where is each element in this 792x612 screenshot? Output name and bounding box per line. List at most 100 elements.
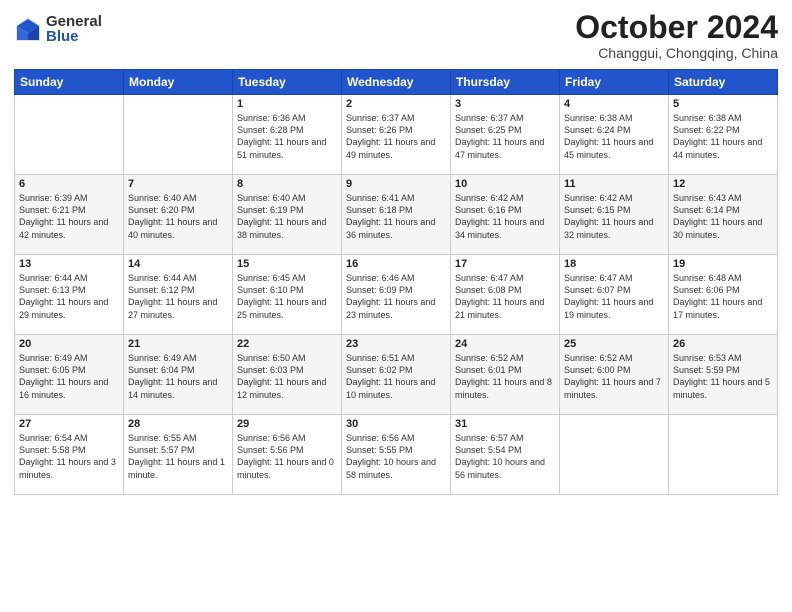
day-info: Sunrise: 6:44 AM Sunset: 6:12 PM Dayligh… [128,272,228,321]
day-number: 14 [128,258,228,270]
day-info: Sunrise: 6:43 AM Sunset: 6:14 PM Dayligh… [673,192,773,241]
day-number: 27 [19,418,119,430]
calendar-cell: 16Sunrise: 6:46 AM Sunset: 6:09 PM Dayli… [342,255,451,335]
logo-text: General Blue [46,14,102,44]
calendar-week-2: 6 Sunrise: 6:39 AM Sunset: 6:21 PM Daylig… [15,175,778,255]
day-info: Sunrise: 6:40 AM Sunset: 6:20 PM Dayligh… [128,192,228,241]
calendar-cell: 2Sunrise: 6:37 AM Sunset: 6:26 PM Daylig… [342,95,451,175]
day-info: Sunrise: 6:53 AM Sunset: 5:59 PM Dayligh… [673,352,773,401]
day-info: Sunrise: 6:49 AM Sunset: 6:04 PM Dayligh… [128,352,228,401]
calendar-table: SundayMondayTuesdayWednesdayThursdayFrid… [14,69,778,495]
weekday-header-wednesday: Wednesday [342,70,451,95]
day-info: Sunrise: 6:49 AM Sunset: 6:05 PM Dayligh… [19,352,119,401]
day-info: Sunrise: 6:52 AM Sunset: 6:01 PM Dayligh… [455,352,555,401]
page-container: General Blue October 2024 Changgui, Chon… [0,0,792,612]
day-number: 6 [19,178,119,190]
day-number: 23 [346,338,446,350]
day-info: Sunrise: 6:39 AM Sunset: 6:21 PM Dayligh… [19,192,119,241]
day-number: 28 [128,418,228,430]
weekday-header-friday: Friday [560,70,669,95]
calendar-cell: 13 Sunrise: 6:44 AM Sunset: 6:13 PM Dayli… [15,255,124,335]
day-info: Sunrise: 6:45 AM Sunset: 6:10 PM Dayligh… [237,272,337,321]
day-info: Sunrise: 6:42 AM Sunset: 6:16 PM Dayligh… [455,192,555,241]
day-number: 3 [455,98,555,110]
logo: General Blue [14,14,102,44]
calendar-cell: 17 Sunrise: 6:47 AM Sunset: 6:08 PM Dayli… [451,255,560,335]
day-number: 10 [455,178,555,190]
month-title: October 2024 [575,10,778,45]
calendar-cell: 12Sunrise: 6:43 AM Sunset: 6:14 PM Dayli… [669,175,778,255]
day-info: Sunrise: 6:44 AM Sunset: 6:13 PM Dayligh… [19,272,119,321]
calendar-cell: 23 Sunrise: 6:51 AM Sunset: 6:02 PM Dayli… [342,335,451,415]
day-info: Sunrise: 6:40 AM Sunset: 6:19 PM Dayligh… [237,192,337,241]
weekday-header-thursday: Thursday [451,70,560,95]
weekday-header-sunday: Sunday [15,70,124,95]
calendar-cell: 3Sunrise: 6:37 AM Sunset: 6:25 PM Daylig… [451,95,560,175]
calendar-cell: 9 Sunrise: 6:41 AM Sunset: 6:18 PM Daylig… [342,175,451,255]
calendar-week-1: 1Sunrise: 6:36 AM Sunset: 6:28 PM Daylig… [15,95,778,175]
calendar-cell: 27 Sunrise: 6:54 AM Sunset: 5:58 PM Dayli… [15,415,124,495]
day-number: 4 [564,98,664,110]
day-info: Sunrise: 6:42 AM Sunset: 6:15 PM Dayligh… [564,192,664,241]
calendar-cell: 22 Sunrise: 6:50 AM Sunset: 6:03 PM Dayli… [233,335,342,415]
calendar-body: 1Sunrise: 6:36 AM Sunset: 6:28 PM Daylig… [15,95,778,495]
logo-general-text: General [46,14,102,29]
day-number: 25 [564,338,664,350]
calendar-week-4: 20Sunrise: 6:49 AM Sunset: 6:05 PM Dayli… [15,335,778,415]
calendar-cell: 1Sunrise: 6:36 AM Sunset: 6:28 PM Daylig… [233,95,342,175]
day-number: 13 [19,258,119,270]
location: Changgui, Chongqing, China [575,45,778,61]
day-number: 30 [346,418,446,430]
calendar-cell: 18Sunrise: 6:47 AM Sunset: 6:07 PM Dayli… [560,255,669,335]
day-info: Sunrise: 6:56 AM Sunset: 5:55 PM Dayligh… [346,432,446,481]
day-info: Sunrise: 6:47 AM Sunset: 6:08 PM Dayligh… [455,272,555,321]
calendar-cell: 4 Sunrise: 6:38 AM Sunset: 6:24 PM Daylig… [560,95,669,175]
weekday-header-row: SundayMondayTuesdayWednesdayThursdayFrid… [15,70,778,95]
calendar-cell [560,415,669,495]
day-info: Sunrise: 6:57 AM Sunset: 5:54 PM Dayligh… [455,432,555,481]
day-number: 26 [673,338,773,350]
calendar-cell: 20Sunrise: 6:49 AM Sunset: 6:05 PM Dayli… [15,335,124,415]
calendar-cell [124,95,233,175]
day-number: 11 [564,178,664,190]
calendar-cell: 7 Sunrise: 6:40 AM Sunset: 6:20 PM Daylig… [124,175,233,255]
calendar-week-5: 27 Sunrise: 6:54 AM Sunset: 5:58 PM Dayli… [15,415,778,495]
calendar-cell: 8 Sunrise: 6:40 AM Sunset: 6:19 PM Daylig… [233,175,342,255]
day-info: Sunrise: 6:46 AM Sunset: 6:09 PM Dayligh… [346,272,446,321]
day-info: Sunrise: 6:51 AM Sunset: 6:02 PM Dayligh… [346,352,446,401]
day-info: Sunrise: 6:54 AM Sunset: 5:58 PM Dayligh… [19,432,119,481]
day-number: 22 [237,338,337,350]
calendar-cell: 11 Sunrise: 6:42 AM Sunset: 6:15 PM Dayli… [560,175,669,255]
day-number: 15 [237,258,337,270]
weekday-header-monday: Monday [124,70,233,95]
day-number: 21 [128,338,228,350]
calendar-cell: 19 Sunrise: 6:48 AM Sunset: 6:06 PM Dayli… [669,255,778,335]
day-info: Sunrise: 6:47 AM Sunset: 6:07 PM Dayligh… [564,272,664,321]
calendar-cell: 10 Sunrise: 6:42 AM Sunset: 6:16 PM Dayli… [451,175,560,255]
day-number: 17 [455,258,555,270]
day-info: Sunrise: 6:50 AM Sunset: 6:03 PM Dayligh… [237,352,337,401]
logo-blue-text: Blue [46,29,102,44]
calendar-cell [15,95,124,175]
day-number: 7 [128,178,228,190]
day-info: Sunrise: 6:38 AM Sunset: 6:24 PM Dayligh… [564,112,664,161]
calendar-cell [669,415,778,495]
calendar-cell: 21 Sunrise: 6:49 AM Sunset: 6:04 PM Dayli… [124,335,233,415]
calendar-cell: 14 Sunrise: 6:44 AM Sunset: 6:12 PM Dayli… [124,255,233,335]
day-number: 8 [237,178,337,190]
day-number: 5 [673,98,773,110]
day-number: 1 [237,98,337,110]
day-number: 9 [346,178,446,190]
day-number: 24 [455,338,555,350]
day-number: 19 [673,258,773,270]
calendar-week-3: 13 Sunrise: 6:44 AM Sunset: 6:13 PM Dayli… [15,255,778,335]
day-info: Sunrise: 6:48 AM Sunset: 6:06 PM Dayligh… [673,272,773,321]
calendar-header: SundayMondayTuesdayWednesdayThursdayFrid… [15,70,778,95]
day-info: Sunrise: 6:41 AM Sunset: 6:18 PM Dayligh… [346,192,446,241]
logo-icon [14,15,42,43]
title-block: October 2024 Changgui, Chongqing, China [575,10,778,61]
day-info: Sunrise: 6:52 AM Sunset: 6:00 PM Dayligh… [564,352,664,401]
calendar-cell: 6 Sunrise: 6:39 AM Sunset: 6:21 PM Daylig… [15,175,124,255]
calendar-cell: 31Sunrise: 6:57 AM Sunset: 5:54 PM Dayli… [451,415,560,495]
calendar-cell: 24 Sunrise: 6:52 AM Sunset: 6:01 PM Dayli… [451,335,560,415]
